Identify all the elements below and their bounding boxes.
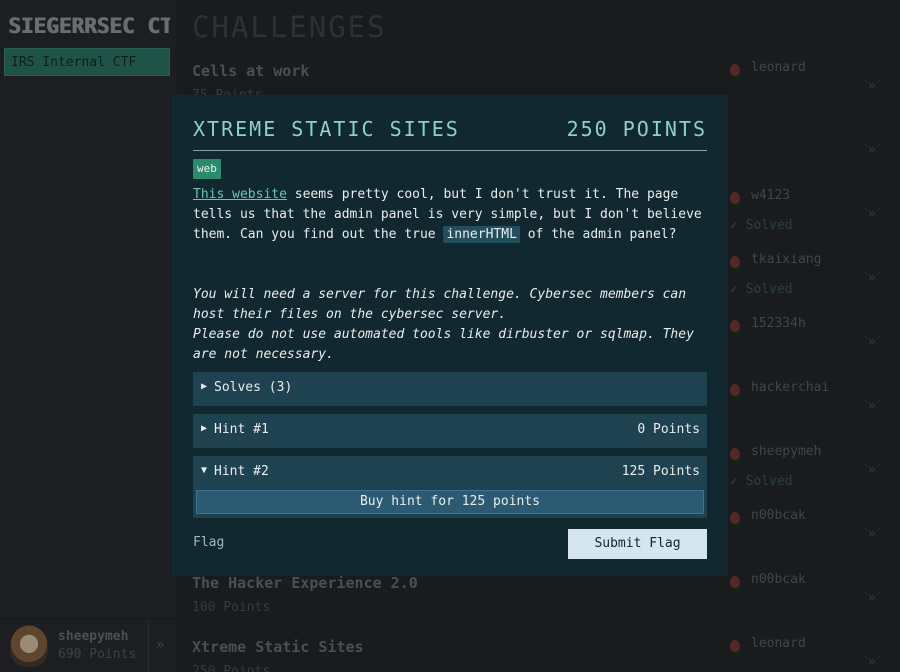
hint-2-label: Hint #2 — [214, 464, 269, 479]
caret-right-icon: ▶ — [201, 423, 208, 434]
solves-toggle[interactable]: ▶ Solves (3) — [193, 372, 707, 406]
submit-flag-button[interactable]: Submit Flag — [568, 529, 707, 559]
solves-label: Solves (3) — [214, 380, 293, 395]
inline-code: innerHTML — [443, 226, 520, 243]
hint-2-points: 125 Points — [621, 464, 700, 479]
modal-points: 250 POINTS — [566, 117, 707, 141]
challenge-description: This website seems pretty cool, but I do… — [193, 185, 709, 245]
buy-hint-button[interactable]: Buy hint for 125 points — [196, 490, 704, 514]
hint-1-label: Hint #1 — [214, 422, 269, 437]
note-line: Please do not use automated tools like d… — [193, 327, 694, 362]
hint-2-toggle[interactable]: ▼ Hint #2 125 Points Buy hint for 125 po… — [193, 456, 707, 518]
category-tag: web — [193, 159, 221, 179]
hint-1-points: 0 Points — [637, 422, 700, 437]
description-text: of the admin panel? — [519, 227, 677, 242]
challenge-note: You will need a server for this challeng… — [193, 285, 709, 365]
title-divider — [193, 150, 707, 151]
note-line: You will need a server for this challeng… — [193, 287, 687, 322]
hint-1-toggle[interactable]: ▶ Hint #1 0 Points — [193, 414, 707, 448]
caret-down-icon: ▼ — [201, 465, 208, 476]
caret-right-icon: ▶ — [201, 381, 208, 392]
challenge-modal: XTREME STATIC SITES 250 POINTS web This … — [172, 95, 728, 576]
website-link[interactable]: This website — [193, 187, 287, 202]
flag-input[interactable]: Flag — [193, 535, 224, 550]
modal-title: XTREME STATIC SITES — [193, 117, 460, 141]
